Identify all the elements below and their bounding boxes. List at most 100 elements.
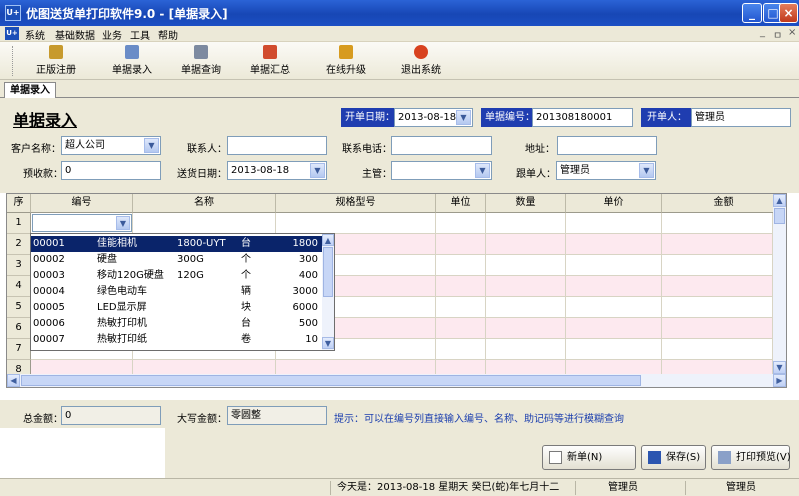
phone-field[interactable] (391, 136, 492, 155)
grid-cell[interactable] (436, 339, 486, 360)
grid-cell[interactable] (486, 213, 566, 234)
column-header-price[interactable]: 单价 (566, 194, 662, 213)
follower-select[interactable]: 管理员 ▼ (556, 161, 656, 180)
customer-select[interactable]: 超人公司 ▼ (61, 136, 161, 155)
grid-cell[interactable] (662, 213, 773, 234)
grid-cell[interactable] (566, 234, 662, 255)
chevron-down-icon[interactable]: ▼ (475, 163, 490, 178)
lookup-list-item[interactable]: 00003 移动120G硬盘 120G 个 400 (31, 268, 322, 284)
grid-cell[interactable] (662, 297, 773, 318)
column-header-unit[interactable]: 单位 (436, 194, 486, 213)
lookup-list-item[interactable]: 00005 LED显示屏 块 6000 (31, 300, 322, 316)
grid-horizontal-scrollbar[interactable]: ◀ ▶ (7, 374, 786, 387)
follower-value: 管理员 (560, 165, 590, 176)
scroll-left-icon[interactable]: ◀ (7, 374, 20, 387)
save-button[interactable]: 保存(S) (641, 445, 706, 470)
grid-cell[interactable] (566, 213, 662, 234)
supervisor-select[interactable]: ▼ (391, 161, 492, 180)
column-header-seq[interactable]: 序 (7, 194, 31, 213)
lookup-unit: 卷 (241, 334, 251, 345)
grid-cell[interactable] (436, 255, 486, 276)
delivery-date-picker[interactable]: 2013-08-18 ▼ (227, 161, 327, 180)
register-button[interactable]: 正版注册 (32, 44, 80, 78)
grid-cell[interactable] (662, 339, 773, 360)
scroll-thumb[interactable] (774, 208, 785, 224)
grid-cell[interactable] (133, 213, 276, 234)
scroll-up-icon[interactable]: ▲ (773, 194, 786, 207)
popup-scrollbar[interactable]: ▲ ▼ (322, 234, 334, 350)
chevron-down-icon[interactable]: ▼ (144, 138, 159, 153)
chevron-down-icon[interactable]: ▼ (116, 216, 130, 230)
grid-cell[interactable] (566, 339, 662, 360)
scroll-thumb-horizontal[interactable] (21, 375, 641, 386)
doc-no-field[interactable]: 201308180001 (532, 108, 633, 127)
grid-cell[interactable] (436, 213, 486, 234)
chevron-down-icon[interactable]: ▼ (639, 163, 654, 178)
grid-cell[interactable] (566, 318, 662, 339)
grid-cell[interactable] (436, 234, 486, 255)
document-entry-button[interactable]: 单据录入 (108, 44, 156, 78)
grid-cell[interactable] (486, 339, 566, 360)
grid-cell[interactable] (486, 297, 566, 318)
grid-cell[interactable] (436, 318, 486, 339)
lookup-list-item[interactable]: 00004 绿色电动车 辆 3000 (31, 284, 322, 300)
grid-cell[interactable] (486, 255, 566, 276)
document-query-button[interactable]: 单据查询 (177, 44, 225, 78)
lookup-list-item[interactable]: 00001 佳能相机 1800-UYT 台 1800 (31, 236, 322, 252)
scroll-down-icon[interactable]: ▼ (773, 361, 786, 374)
new-document-button[interactable]: 新单(N) (542, 445, 636, 470)
minimize-button[interactable]: _ (742, 3, 762, 23)
contact-field[interactable] (227, 136, 327, 155)
exit-icon (414, 45, 428, 59)
online-upgrade-button[interactable]: 在线升级 (322, 44, 370, 78)
tab-document-entry[interactable]: 单据录入 (4, 82, 56, 98)
popup-scroll-thumb[interactable] (323, 247, 333, 297)
menu-system[interactable]: 系统 (25, 27, 45, 42)
grid-cell[interactable] (486, 276, 566, 297)
column-header-qty[interactable]: 数量 (486, 194, 566, 213)
lookup-list-item[interactable]: 00007 热敏打印纸 卷 10 (31, 332, 322, 348)
grid-cell[interactable] (436, 276, 486, 297)
mdi-close-button[interactable]: × (788, 27, 796, 38)
grid-vertical-scrollbar[interactable]: ▲ ▼ (773, 194, 786, 374)
menu-basic-data[interactable]: 基础数据 (55, 27, 95, 42)
grid-cell[interactable] (486, 234, 566, 255)
status-user-1: 管理员 (575, 481, 685, 495)
chevron-down-icon[interactable]: ▼ (456, 110, 471, 125)
grid-cell[interactable] (486, 318, 566, 339)
column-header-spec[interactable]: 规格型号 (276, 194, 436, 213)
code-cell-editor[interactable]: ▼ (32, 214, 132, 232)
column-header-name[interactable]: 名称 (133, 194, 276, 213)
grid-cell[interactable] (566, 276, 662, 297)
grid-cell[interactable] (662, 318, 773, 339)
menu-tools[interactable]: 工具 (130, 27, 150, 42)
grid-cell[interactable] (566, 297, 662, 318)
grid-cell[interactable] (436, 297, 486, 318)
scroll-up-icon[interactable]: ▲ (322, 234, 334, 246)
menu-business[interactable]: 业务 (102, 27, 122, 42)
lookup-list-item[interactable]: 00006 热敏打印机 台 500 (31, 316, 322, 332)
menu-help[interactable]: 帮助 (158, 27, 178, 42)
print-preview-button[interactable]: 打印预览(V) (711, 445, 791, 470)
issuer-field[interactable]: 管理员 (691, 108, 791, 127)
grid-cell[interactable] (566, 255, 662, 276)
open-date-picker[interactable]: 2013-08-18 ▼ (394, 108, 473, 127)
app-icon: U+ (5, 5, 21, 21)
address-field[interactable] (557, 136, 657, 155)
scroll-right-icon[interactable]: ▶ (773, 374, 786, 387)
grid-cell[interactable] (662, 234, 773, 255)
chevron-down-icon[interactable]: ▼ (310, 163, 325, 178)
prepaid-field[interactable]: 0 (61, 161, 161, 180)
mdi-minimize-button[interactable]: _ (760, 27, 765, 38)
column-header-amount[interactable]: 金额 (662, 194, 786, 213)
close-button[interactable]: × (779, 3, 798, 23)
exit-system-button[interactable]: 退出系统 (397, 44, 445, 78)
grid-cell[interactable] (662, 255, 773, 276)
scroll-down-icon[interactable]: ▼ (322, 337, 334, 349)
grid-cell[interactable] (662, 276, 773, 297)
mdi-restore-button[interactable]: ㅁ (773, 27, 782, 42)
document-summary-button[interactable]: 单据汇总 (246, 44, 294, 78)
column-header-code[interactable]: 编号 (31, 194, 133, 213)
grid-cell[interactable] (276, 213, 436, 234)
lookup-list-item[interactable]: 00002 硬盘 300G 个 300 (31, 252, 322, 268)
